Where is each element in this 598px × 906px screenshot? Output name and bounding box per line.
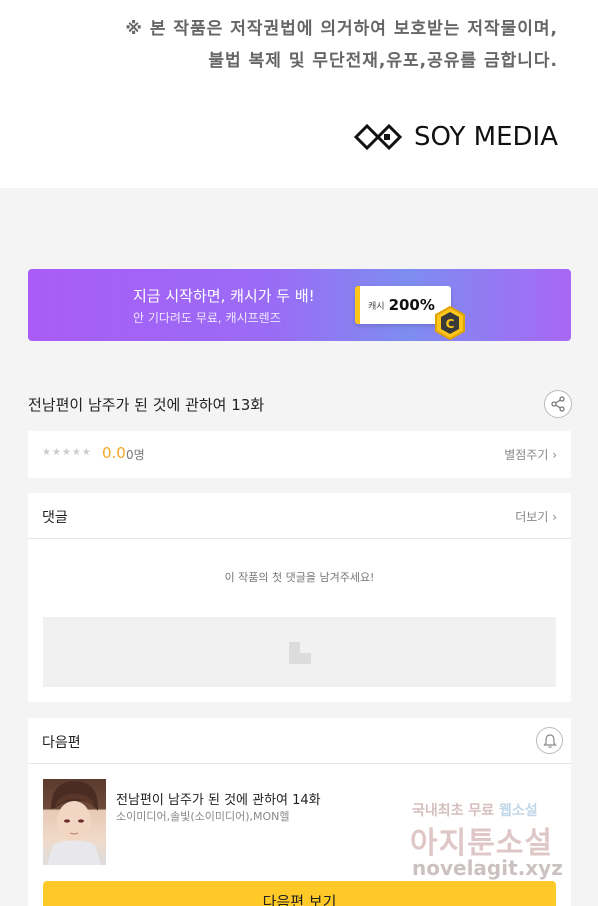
next-section-title: 다음편 bbox=[42, 735, 81, 751]
rating-stars: ★★★★★ bbox=[42, 447, 92, 458]
comments-empty-message: 이 작품의 첫 댓글을 남겨주세요! bbox=[224, 571, 375, 584]
notice-line-1: ※ 본 작품은 저작권법에 의거하여 보호받는 저작물이며, bbox=[125, 19, 558, 39]
notify-button[interactable] bbox=[536, 727, 563, 754]
next-episode-title[interactable]: 전남편이 남주가 된 것에 관하여 14화 bbox=[116, 789, 321, 808]
banner-title: 지금 시작하면, 캐시가 두 배! bbox=[133, 287, 315, 305]
cash-percent: 200% bbox=[388, 296, 435, 314]
rating-card: ★★★★★ 0.0 0명 별점주기 › bbox=[28, 431, 571, 478]
soy-logo-icon bbox=[353, 123, 403, 151]
comments-header: 댓글 더보기 › bbox=[28, 493, 571, 539]
banner-subtitle: 안 기다려도 무료, 캐시프렌즈 bbox=[133, 311, 281, 325]
logo-text: SOY MEDIA bbox=[413, 122, 558, 152]
cash-label: 캐시 bbox=[368, 301, 385, 312]
next-header: 다음편 bbox=[28, 718, 571, 764]
rating-score: 0.0 bbox=[102, 444, 126, 462]
cash-promo-banner[interactable]: 지금 시작하면, 캐시가 두 배! 안 기다려도 무료, 캐시프렌즈 캐시 20… bbox=[28, 269, 571, 341]
comments-title: 댓글 bbox=[42, 510, 68, 526]
next-episode-card: 다음편 전남편이 남주가 된 것에 관하여 14화 소이미디어,솔빛(소이미디어… bbox=[28, 718, 571, 906]
episode-title: 전남편이 남주가 된 것에 관하여 13화 bbox=[28, 396, 265, 414]
rate-button[interactable]: 별점주기 › bbox=[504, 446, 557, 463]
coin-icon: C bbox=[435, 305, 465, 341]
coin-letter: C bbox=[446, 317, 455, 331]
rating-count: 0명 bbox=[126, 448, 145, 462]
next-episode-thumbnail[interactable] bbox=[43, 779, 106, 865]
ad-placeholder[interactable] bbox=[43, 617, 556, 687]
next-episode-button[interactable]: 다음편 보기 bbox=[43, 881, 556, 906]
comments-more-link[interactable]: 더보기 › bbox=[515, 508, 557, 525]
next-episode-author: 소이미디어,솔빛(소이미디어),MON헬 bbox=[116, 810, 290, 823]
bell-icon bbox=[542, 733, 557, 748]
copyright-notice: ※ 본 작품은 저작권법에 의거하여 보호받는 저작물이며, 불법 복제 및 무… bbox=[0, 0, 598, 188]
soy-media-logo: SOY MEDIA bbox=[353, 122, 558, 152]
character-portrait-image bbox=[47, 781, 101, 865]
notice-line-2: 불법 복제 및 무단전재,유포,공유를 금합니다. bbox=[208, 51, 558, 71]
share-icon bbox=[551, 396, 565, 412]
share-button[interactable] bbox=[544, 390, 572, 418]
comments-card: 댓글 더보기 › 이 작품의 첫 댓글을 남겨주세요! bbox=[28, 493, 571, 702]
ad-placeholder-icon bbox=[289, 642, 311, 664]
